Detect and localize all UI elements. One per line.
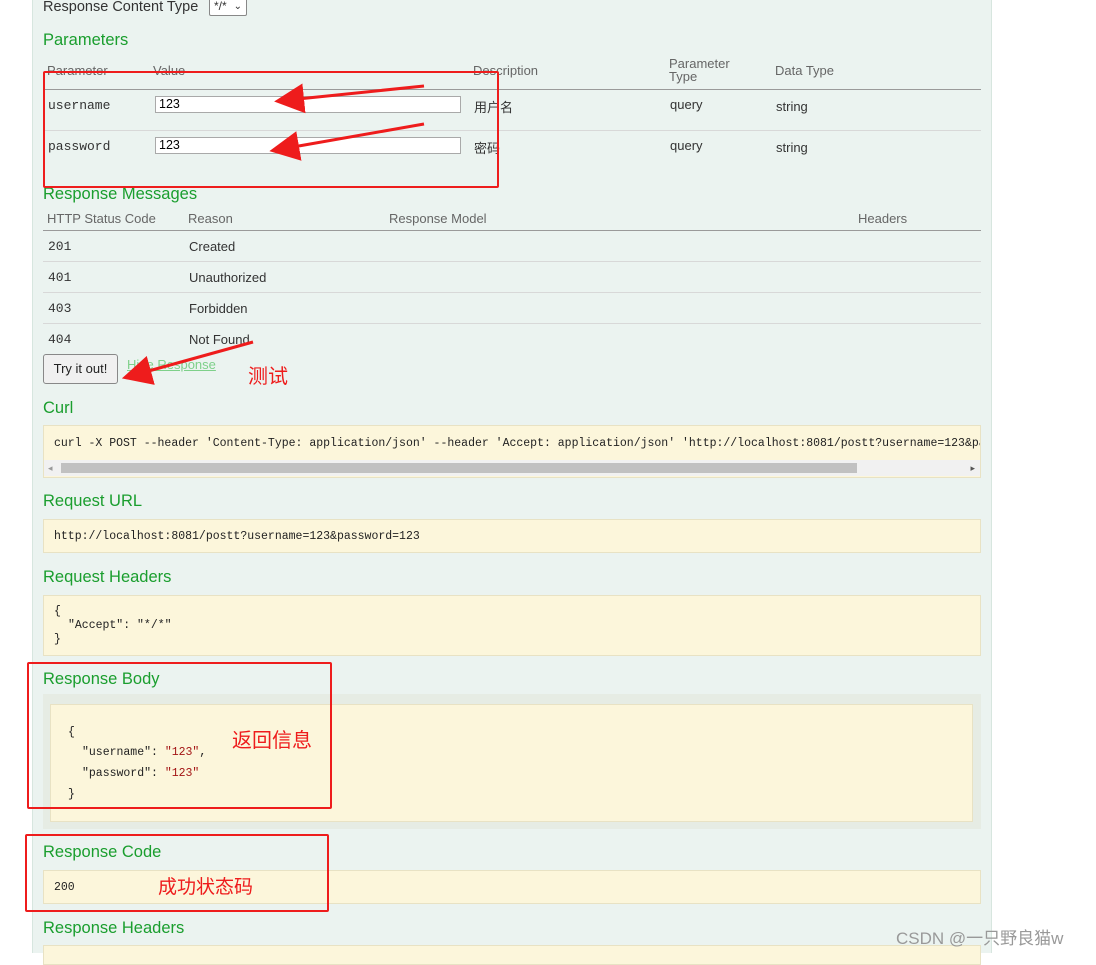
arrow-to-username [274, 83, 425, 114]
annotation-success-code: 成功状态码 [158, 877, 254, 898]
arrow-to-password [269, 122, 425, 161]
arrow-to-try-button [121, 340, 254, 385]
annotation-arrows [121, 83, 425, 385]
watermark: CSDN @一只野良猫w [896, 929, 1064, 948]
annotation-return-info: 返回信息 [232, 730, 312, 752]
annotation-test: 测试 [248, 366, 288, 388]
